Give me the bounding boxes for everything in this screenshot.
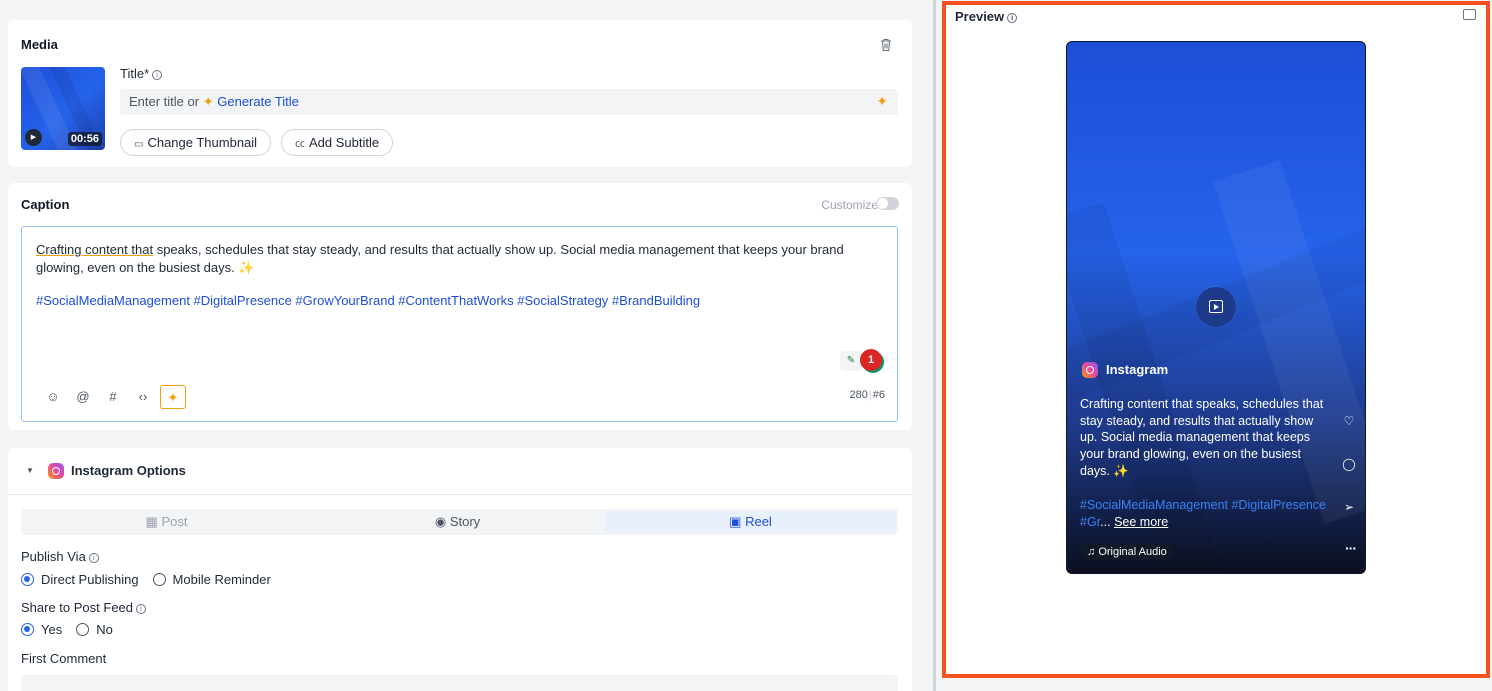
more-options-icon[interactable]: ··· (1345, 540, 1357, 556)
play-icon[interactable]: ▶ (25, 129, 42, 146)
share-feed-label: Share to Post Feed i (21, 600, 147, 615)
first-comment-input[interactable] (21, 675, 898, 691)
instagram-icon (48, 463, 64, 479)
add-subtitle-button[interactable]: ㏄ Add Subtitle (281, 129, 394, 156)
title-input[interactable]: Enter title or ✦ Generate Title ✦ (120, 89, 898, 115)
preview-account-name: Instagram (1106, 362, 1169, 377)
char-count: 280 (849, 389, 868, 401)
media-card: Media ▶ 00:56 Title* i Enter title or ✦ G… (8, 20, 912, 167)
preview-heading: Preview i (955, 9, 1018, 24)
caption-card: Caption Customize Crafting content that … (8, 183, 912, 430)
code-icon[interactable]: ‹› (128, 385, 158, 409)
caption-heading: Caption (21, 197, 70, 212)
music-note-icon: ♫ (1087, 546, 1096, 558)
caption-hashtags[interactable]: #SocialMediaManagement #DigitalPresence … (36, 293, 700, 308)
generate-title-link[interactable]: Generate Title (217, 94, 299, 109)
comment-bubble-icon[interactable]: ◯ (1342, 457, 1356, 471)
reel-icon: ▣ (729, 514, 742, 529)
see-more-link[interactable]: See more (1114, 515, 1168, 529)
radio-yes[interactable]: Yes (21, 622, 62, 637)
preview-caption: Crafting content that speaks, schedules … (1080, 397, 1324, 478)
publish-via-label: Publish Via i (21, 549, 99, 564)
radio-mobile-reminder[interactable]: Mobile Reminder (152, 572, 271, 587)
emoji-icon[interactable]: ☺ (38, 385, 68, 409)
comment-icon[interactable] (1463, 9, 1476, 20)
panel-divider[interactable] (933, 0, 936, 691)
grammar-checker[interactable]: ✎ 1 (840, 349, 884, 373)
instagram-options-title: Instagram Options (71, 463, 186, 478)
instagram-options-header[interactable]: ▼ Instagram Options (8, 448, 912, 495)
media-heading: Media (21, 37, 58, 52)
share-feed-options: Yes No (21, 622, 127, 637)
image-icon: ▭ (134, 139, 144, 150)
reel-play-icon[interactable] (1196, 287, 1236, 327)
editor-panel: Media ▶ 00:56 Title* i Enter title or ✦ G… (0, 0, 920, 691)
post-type-tabs: ▦ Post ◉ Story ▣ Reel (21, 509, 898, 535)
story-icon: ◉ (434, 514, 447, 529)
customize-label: Customize (821, 198, 878, 212)
preview-panel: Preview i Instagram Crafting content that… (942, 1, 1490, 678)
tab-reel[interactable]: ▣ Reel (605, 511, 896, 533)
original-audio-badge: ♫ Original Audio (1080, 544, 1174, 560)
change-thumbnail-button[interactable]: ▭ Change Thumbnail (120, 129, 272, 156)
heart-icon[interactable]: ♡ (1342, 414, 1356, 428)
grid-icon: ▦ (145, 514, 158, 529)
send-icon[interactable]: ➢ (1342, 500, 1356, 514)
caption-text[interactable]: Crafting content that speaks, schedules … (36, 241, 886, 277)
radio-no[interactable]: No (76, 622, 113, 637)
tab-story[interactable]: ◉ Story (312, 509, 603, 535)
hashtag-count: #6 (872, 389, 885, 401)
instagram-icon (1082, 362, 1098, 378)
video-thumbnail[interactable]: ▶ 00:56 (21, 67, 105, 150)
subtitle-icon: ㏄ (295, 139, 305, 150)
info-icon[interactable]: i (136, 604, 147, 614)
chevron-down-icon[interactable]: ▼ (26, 466, 34, 475)
title-label: Title* i (120, 66, 163, 81)
instagram-options-card: ▼ Instagram Options ▦ Post ◉ Story ▣ Ree… (8, 448, 912, 691)
sparkle-icon: ✦ (202, 94, 214, 109)
grammar-count-badge: 1 (860, 349, 882, 371)
video-duration: 00:56 (67, 132, 102, 146)
caption-toolbar: ☺ @ # ‹› ✦ (38, 385, 186, 409)
info-icon[interactable]: i (1007, 13, 1018, 23)
radio-direct-publishing[interactable]: Direct Publishing (21, 572, 139, 587)
caption-editor[interactable]: Crafting content that speaks, schedules … (21, 226, 898, 422)
info-icon[interactable]: i (152, 70, 163, 80)
publish-via-options: Direct Publishing Mobile Reminder (21, 572, 285, 587)
trash-icon[interactable] (880, 38, 894, 52)
reel-preview: Instagram Crafting content that speaks, … (1066, 41, 1366, 574)
preview-hashtags: #SocialMediaManagement #DigitalPresence … (1080, 498, 1326, 529)
tab-post[interactable]: ▦ Post (21, 509, 312, 535)
ai-sparkle-icon[interactable]: ✦ (876, 93, 888, 110)
caption-counter: 280|#6 (849, 389, 885, 401)
customize-toggle[interactable] (876, 197, 899, 210)
ai-assist-icon[interactable]: ✦ (160, 385, 186, 409)
mention-icon[interactable]: @ (68, 385, 98, 409)
first-comment-label: First Comment (21, 651, 107, 666)
hashtag-icon[interactable]: # (98, 385, 128, 409)
leaf-icon: ✎ (840, 351, 862, 371)
info-icon[interactable]: i (88, 553, 99, 563)
